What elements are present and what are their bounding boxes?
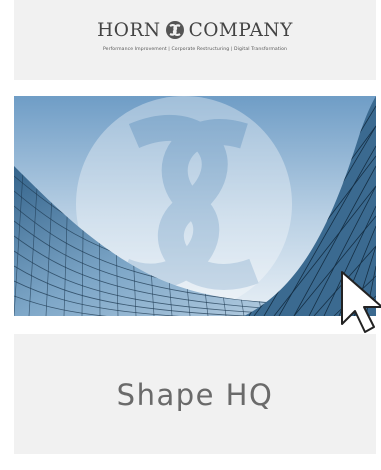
card-footer: Shape HQ [14,334,376,454]
app-header: HORN COMPANY Performance Improvement | C… [14,0,376,80]
brand-name-left: HORN [97,19,161,41]
skyscraper-image [14,96,376,316]
card-title: Shape HQ [116,378,274,412]
mouse-pointer-icon [341,271,381,333]
brand-tagline: Performance Improvement | Corporate Rest… [102,47,288,52]
brand-name-right: COMPANY [188,19,293,41]
hero-image[interactable] [14,96,376,316]
brand-logo: HORN COMPANY [14,17,376,43]
knot-logo-icon [165,20,185,40]
